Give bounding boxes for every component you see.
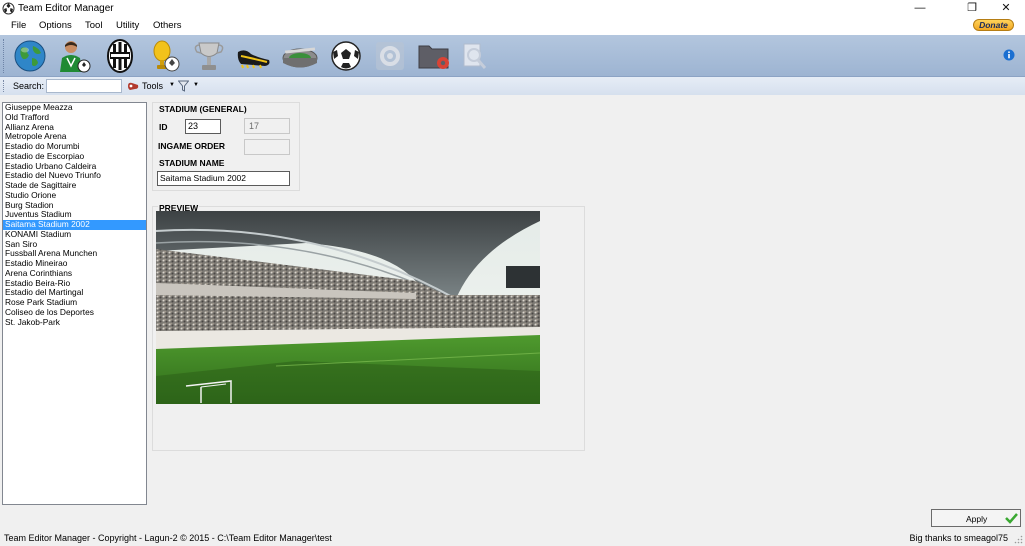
cup-button[interactable] [190,38,228,74]
players-icon [60,41,91,73]
menu-bar: File Options Tool Utility Others [0,17,1025,35]
list-item[interactable]: St. Jakob-Park [3,317,146,328]
apply-button[interactable]: Apply [931,509,1021,527]
ingame-order-field [244,139,290,155]
filter-icon[interactable] [178,80,189,92]
window-title: Team Editor Manager [18,3,114,14]
id-label: ID [159,122,168,132]
stadium-icon [282,47,318,68]
minimize-button[interactable]: — [903,0,937,17]
stadium-name-field[interactable]: Saitama Stadium 2002 [157,171,290,186]
boots-button[interactable] [235,38,273,74]
stadium-preview-image [156,211,540,404]
teams-button[interactable] [101,38,139,74]
tools-dropdown[interactable]: Tools [142,81,163,91]
tools-icon[interactable] [127,81,139,91]
menu-file[interactable]: File [11,20,26,31]
close-button[interactable]: ✕ [989,0,1023,17]
tools-chevron-down-icon[interactable]: ▼ [169,82,175,88]
gold-trophy-icon [153,40,180,72]
folder-settings-button[interactable] [416,38,454,74]
team-shield-icon [107,39,133,73]
apply-label: Apply [966,514,988,524]
main-toolbar [0,35,1025,77]
players-button[interactable] [54,38,92,74]
stadium-list[interactable]: Giuseppe Meazza Old Trafford Allianz Arena… [2,102,147,505]
search-input[interactable] [46,79,122,93]
toolbar-grip[interactable] [3,39,6,73]
id-secondary-field: 17 [244,118,290,134]
silver-cup-icon [194,42,224,70]
checkmark-icon [1005,513,1018,524]
ingame-order-label: INGAME ORDER [158,141,226,151]
menu-utility[interactable]: Utility [116,20,139,31]
status-bar: Team Editor Manager - Copyright - Lagun-… [0,530,1025,546]
app-icon [2,2,15,15]
balls-button[interactable] [327,38,365,74]
stadiums-button[interactable] [281,38,319,74]
search-zoom-button[interactable] [456,38,494,74]
settings-button[interactable] [371,38,409,74]
search-zoom-icon [463,43,487,69]
status-credits: Big thanks to smeagol75 [909,533,1008,543]
search-toolbar: Search: Tools ▼ ▼ [0,77,1025,95]
resize-grip-icon[interactable] [1014,535,1023,544]
id-field[interactable]: 23 [185,119,221,134]
donate-button[interactable]: Donate [973,19,1014,31]
stadium-general-title: STADIUM (GENERAL) [158,104,248,114]
title-bar: Team Editor Manager — ❐ ✕ [0,0,1025,17]
boot-icon [237,50,270,69]
gear-icon [376,42,404,70]
folder-settings-icon [418,45,449,69]
status-copyright: Team Editor Manager - Copyright - Lagun-… [4,533,332,543]
restore-button[interactable]: ❐ [955,0,989,17]
globe-button[interactable] [11,38,49,74]
search-toolbar-grip[interactable] [3,80,4,92]
menu-options[interactable]: Options [39,20,72,31]
filter-chevron-down-icon[interactable]: ▼ [193,82,199,88]
trophy-button[interactable] [146,38,184,74]
info-icon[interactable] [1003,49,1015,61]
search-label: Search: [13,81,45,91]
menu-others[interactable]: Others [153,20,182,31]
ball-icon [331,41,361,71]
menu-tool[interactable]: Tool [85,20,102,31]
stadium-name-label: STADIUM NAME [159,158,225,168]
globe-icon [14,40,46,72]
